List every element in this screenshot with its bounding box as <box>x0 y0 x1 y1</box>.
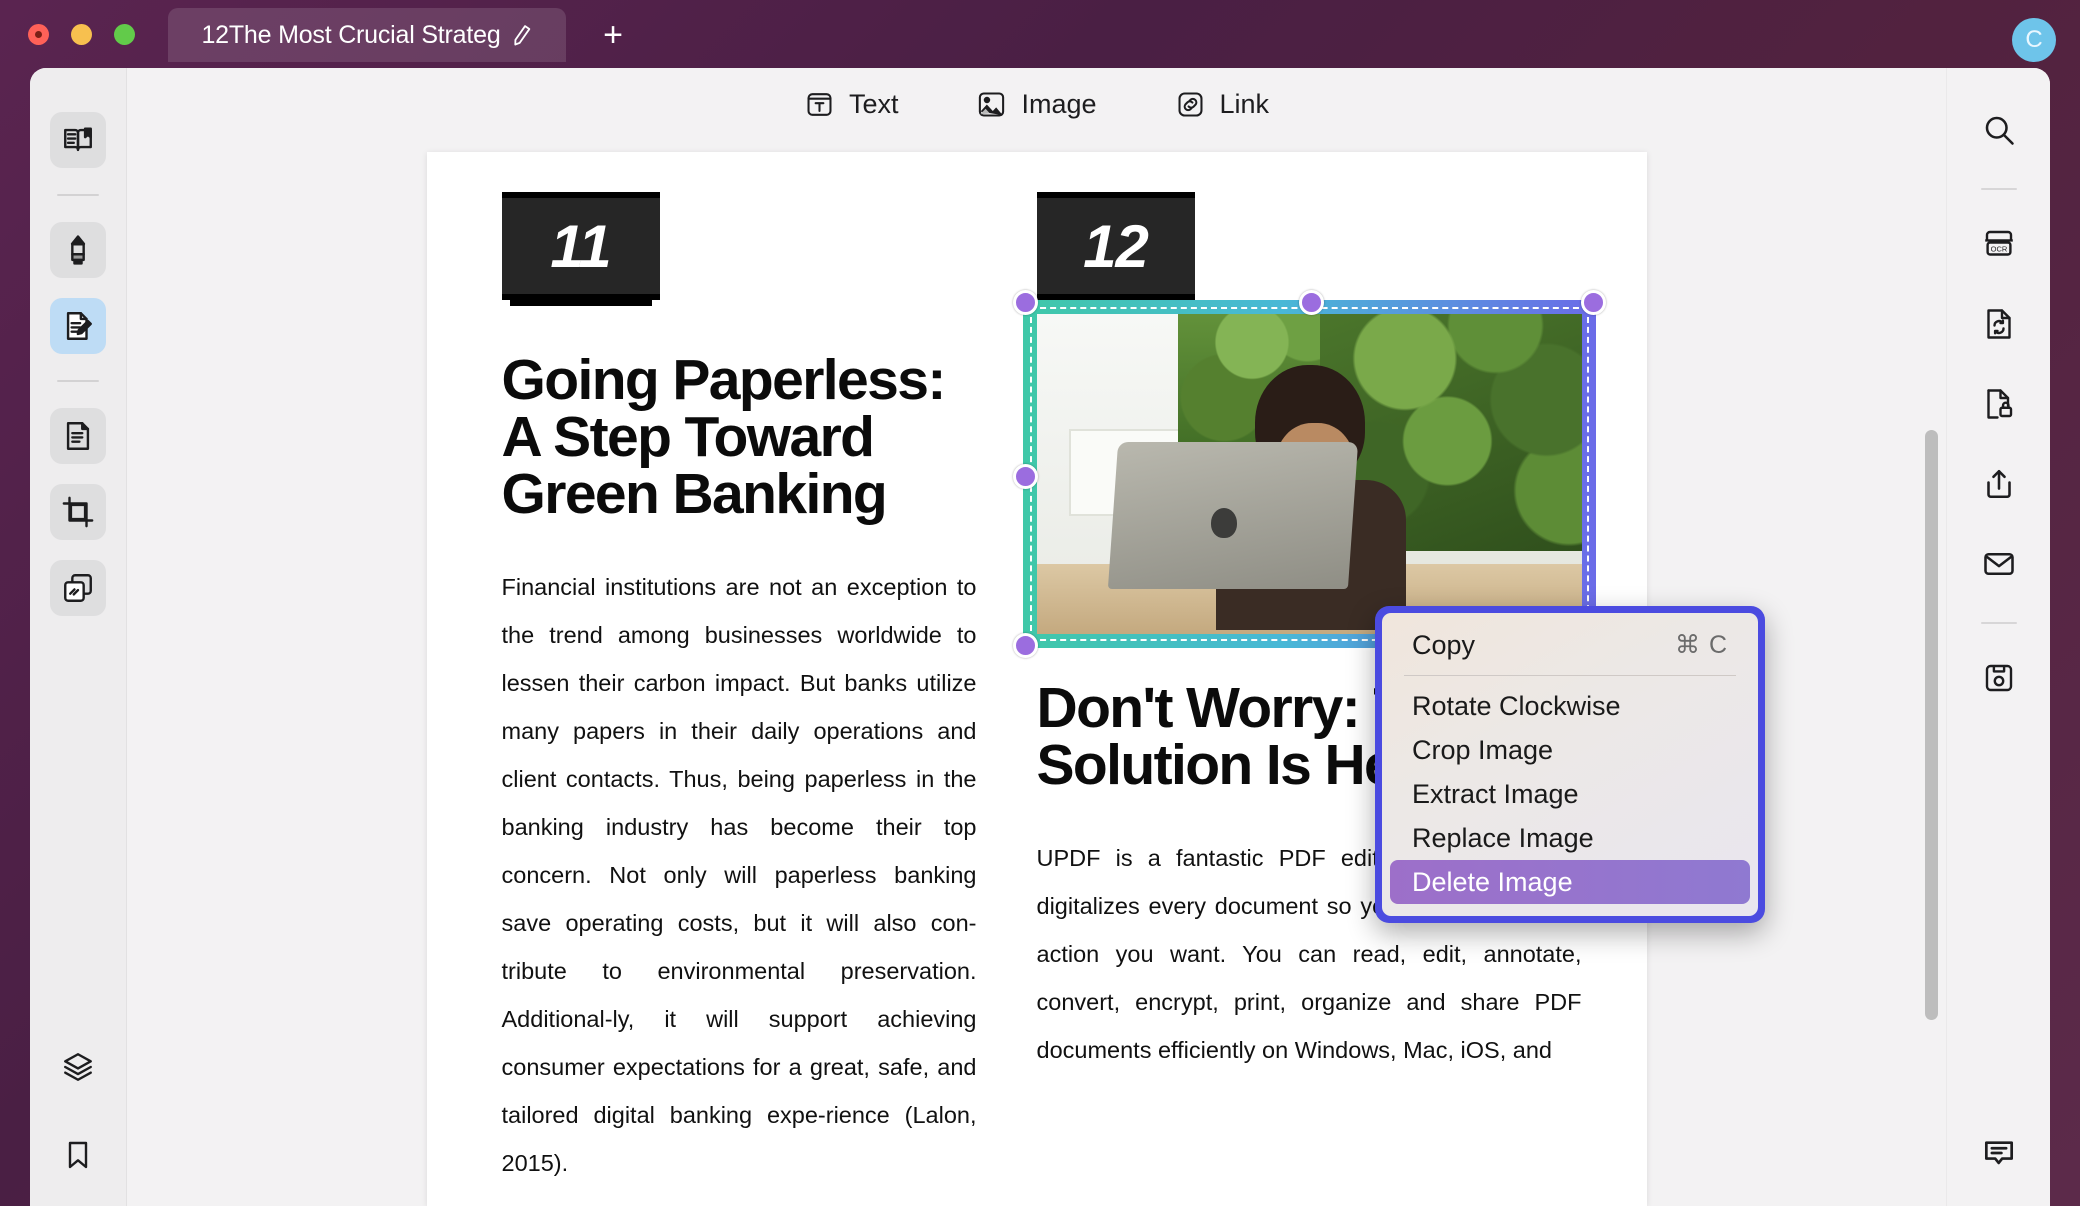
left-paragraph-2[interactable]: Workers claim that looking for informati… <box>502 1191 977 1206</box>
right-item-share[interactable] <box>1967 452 2031 516</box>
selected-image-container[interactable] <box>1012 290 1606 658</box>
section-number-badge-left: 11 <box>501 192 660 300</box>
crop-icon <box>61 495 95 529</box>
app-window: 12The Most Crucial Strateg + C Text Imag… <box>0 0 2080 1206</box>
section-number-left: 11 <box>550 212 611 280</box>
layers-icon <box>61 1050 95 1084</box>
link-icon <box>1175 89 1206 120</box>
rename-tab-icon[interactable] <box>509 22 534 47</box>
edit-toolbar: Text Image Link <box>127 68 1946 140</box>
main-window: Text Image Link 11 Going Paperless: A St… <box>30 68 2050 1206</box>
comment-bubble-icon <box>1980 1134 2018 1172</box>
tool-text[interactable]: Text <box>804 88 899 120</box>
document-photo[interactable] <box>1036 314 1582 634</box>
right-item-protect[interactable] <box>1967 372 2031 436</box>
sidebar-item-annotate[interactable] <box>50 222 106 278</box>
scrollbar-thumb[interactable] <box>1925 430 1938 1020</box>
tool-image[interactable]: Image <box>976 88 1097 120</box>
resize-handle-bottom-left[interactable] <box>1012 633 1038 658</box>
tool-link[interactable]: Link <box>1175 88 1270 120</box>
rail-divider-2 <box>57 380 99 382</box>
share-upload-icon <box>1981 466 2017 502</box>
user-avatar[interactable]: C <box>2012 18 2056 62</box>
context-menu-label-replace-image: Replace Image <box>1412 822 1594 853</box>
right-item-ocr[interactable]: OCR <box>1967 212 2031 276</box>
section-number-badge-right: 12 <box>1036 192 1195 300</box>
tool-image-label: Image <box>1021 88 1097 119</box>
close-window-button[interactable] <box>28 24 49 45</box>
right-toolbar: OCR <box>1946 68 2050 1206</box>
right-divider-2 <box>1980 622 2017 624</box>
svg-text:OCR: OCR <box>1990 245 2007 254</box>
text-box-icon <box>804 89 835 120</box>
title-bar: 12The Most Crucial Strateg + C <box>0 0 2080 68</box>
sidebar-item-page-layout[interactable] <box>50 560 106 616</box>
book-open-icon <box>61 123 95 157</box>
convert-document-icon <box>1981 306 2017 342</box>
ocr-icon: OCR <box>1981 226 2017 262</box>
highlighter-icon <box>61 233 95 267</box>
right-divider-1 <box>1980 188 2017 190</box>
save-disk-icon <box>1981 660 2017 696</box>
left-heading: Going Paperless: A Step Toward Green Ban… <box>501 348 947 526</box>
sidebar-item-organize-pages[interactable] <box>50 408 106 464</box>
minimize-window-button[interactable] <box>71 24 92 45</box>
context-menu-label-crop-image: Crop Image <box>1412 734 1554 765</box>
search-icon <box>1981 112 2017 148</box>
right-item-comments[interactable] <box>1980 1134 2018 1172</box>
sidebar-item-crop-page[interactable] <box>50 484 106 540</box>
context-menu-label-extract-image: Extract Image <box>1412 778 1579 809</box>
document-viewport: 11 Going Paperless: A Step Toward Green … <box>127 140 1946 1206</box>
tool-text-label: Text <box>848 88 899 119</box>
context-menu-label-copy: Copy <box>1412 629 1476 660</box>
duplicate-pages-icon <box>61 571 95 605</box>
document-tab[interactable]: 12The Most Crucial Strateg <box>168 8 566 62</box>
envelope-icon <box>1981 546 2017 582</box>
context-menu-item-rotate-clockwise[interactable]: Rotate Clockwise <box>1390 684 1750 728</box>
context-menu-item-delete-image[interactable]: Delete Image <box>1390 860 1750 904</box>
image-icon <box>976 89 1007 120</box>
context-menu-inner: Copy ⌘ C Rotate Clockwise Crop Image Ext… <box>1382 613 1758 916</box>
image-context-menu[interactable]: Copy ⌘ C Rotate Clockwise Crop Image Ext… <box>1375 606 1765 923</box>
context-menu-shortcut-copy: ⌘ C <box>1675 631 1728 659</box>
sidebar-item-layers[interactable] <box>50 1042 106 1092</box>
bookmark-icon <box>62 1139 94 1171</box>
document-scrollbar[interactable] <box>1925 280 1938 1040</box>
context-menu-item-extract-image[interactable]: Extract Image <box>1390 772 1750 816</box>
context-menu-item-copy[interactable]: Copy ⌘ C <box>1390 623 1750 667</box>
context-menu-label-rotate-clockwise: Rotate Clockwise <box>1412 690 1621 721</box>
rail-divider-1 <box>57 194 99 196</box>
right-item-save-as[interactable] <box>1967 646 2031 710</box>
tool-link-label: Link <box>1219 88 1270 119</box>
new-tab-button[interactable]: + <box>598 18 628 52</box>
context-menu-label-delete-image: Delete Image <box>1412 866 1573 897</box>
right-item-convert[interactable] <box>1967 292 2031 356</box>
sidebar-item-reader-view[interactable] <box>50 112 106 168</box>
resize-handle-top-right[interactable] <box>1580 290 1606 315</box>
sidebar-item-bookmarks[interactable] <box>50 1130 106 1180</box>
left-toolbar <box>30 68 127 1206</box>
context-menu-divider <box>1404 675 1736 676</box>
resize-handle-top-center[interactable] <box>1299 290 1324 315</box>
left-paragraph-1[interactable]: Financial institutions are not an except… <box>502 563 977 1187</box>
document-tab-title: 12The Most Crucial Strateg <box>201 20 501 49</box>
document-lock-icon <box>1981 386 2017 422</box>
context-menu-item-crop-image[interactable]: Crop Image <box>1390 728 1750 772</box>
right-item-email[interactable] <box>1967 532 2031 596</box>
resize-handle-middle-left[interactable] <box>1012 464 1038 489</box>
zoom-window-button[interactable] <box>114 24 135 45</box>
resize-handle-top-left[interactable] <box>1012 290 1038 315</box>
page-fold-icon <box>61 419 95 453</box>
section-number-right: 12 <box>1083 212 1149 280</box>
editor-area: Text Image Link 11 Going Paperless: A St… <box>127 68 1946 1206</box>
document-pencil-icon <box>61 309 95 343</box>
traffic-lights <box>28 24 135 45</box>
context-menu-item-replace-image[interactable]: Replace Image <box>1390 816 1750 860</box>
page-column-left: 11 Going Paperless: A Step Toward Green … <box>427 152 1037 1206</box>
sidebar-item-edit-pdf[interactable] <box>50 298 106 354</box>
right-item-search[interactable] <box>1967 98 2031 162</box>
